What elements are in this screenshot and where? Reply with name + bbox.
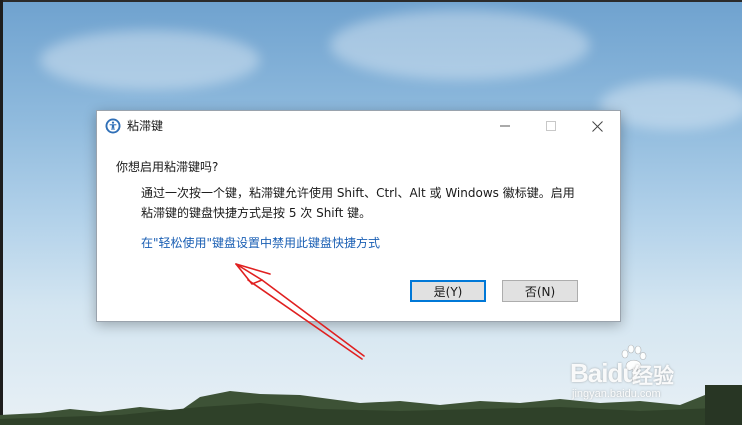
close-button[interactable] [574,111,620,141]
watermark-url: jingyan.baidu.com [572,388,661,400]
ease-of-access-icon [105,118,121,134]
title-bar[interactable]: 粘滞键 [97,111,620,141]
cloud [600,80,742,130]
dialog-title: 粘滞键 [127,119,164,133]
no-button[interactable]: 否(N) [502,280,578,302]
watermark-brand-part: Bai [570,358,608,388]
watermark-product: 经验 [632,364,674,388]
minimize-icon [500,125,510,127]
description-line: 通过一次按一个键，粘滞键允许使用 Shift、Ctrl、Alt 或 Window… [141,186,575,200]
close-icon [591,120,603,132]
sticky-keys-dialog: 粘滞键 你想启用粘滞键吗? 通过一次按一个键，粘滞键允许使用 Shift、Ctr… [96,110,621,322]
dialog-description: 通过一次按一个键，粘滞键允许使用 Shift、Ctrl、Alt 或 Window… [141,183,601,223]
screen-left-edge [0,0,3,425]
minimize-button[interactable] [482,111,528,141]
maximize-button[interactable] [528,111,574,141]
maximize-icon [546,121,556,131]
screen-top-edge [0,0,742,2]
yes-button[interactable]: 是(Y) [410,280,486,302]
disable-shortcut-link[interactable]: 在"轻松使用"键盘设置中禁用此键盘快捷方式 [141,235,380,251]
baidu-jingyan-watermark: Baidu 经验 jingyan.baidu.com [566,344,736,404]
cloud [40,30,260,90]
cloud [330,10,590,80]
watermark-brand: Baidu [570,358,638,389]
description-line: 粘滞键的键盘快捷方式是按 5 次 Shift 键。 [141,206,372,220]
dialog-question: 你想启用粘滞键吗? [116,160,219,174]
